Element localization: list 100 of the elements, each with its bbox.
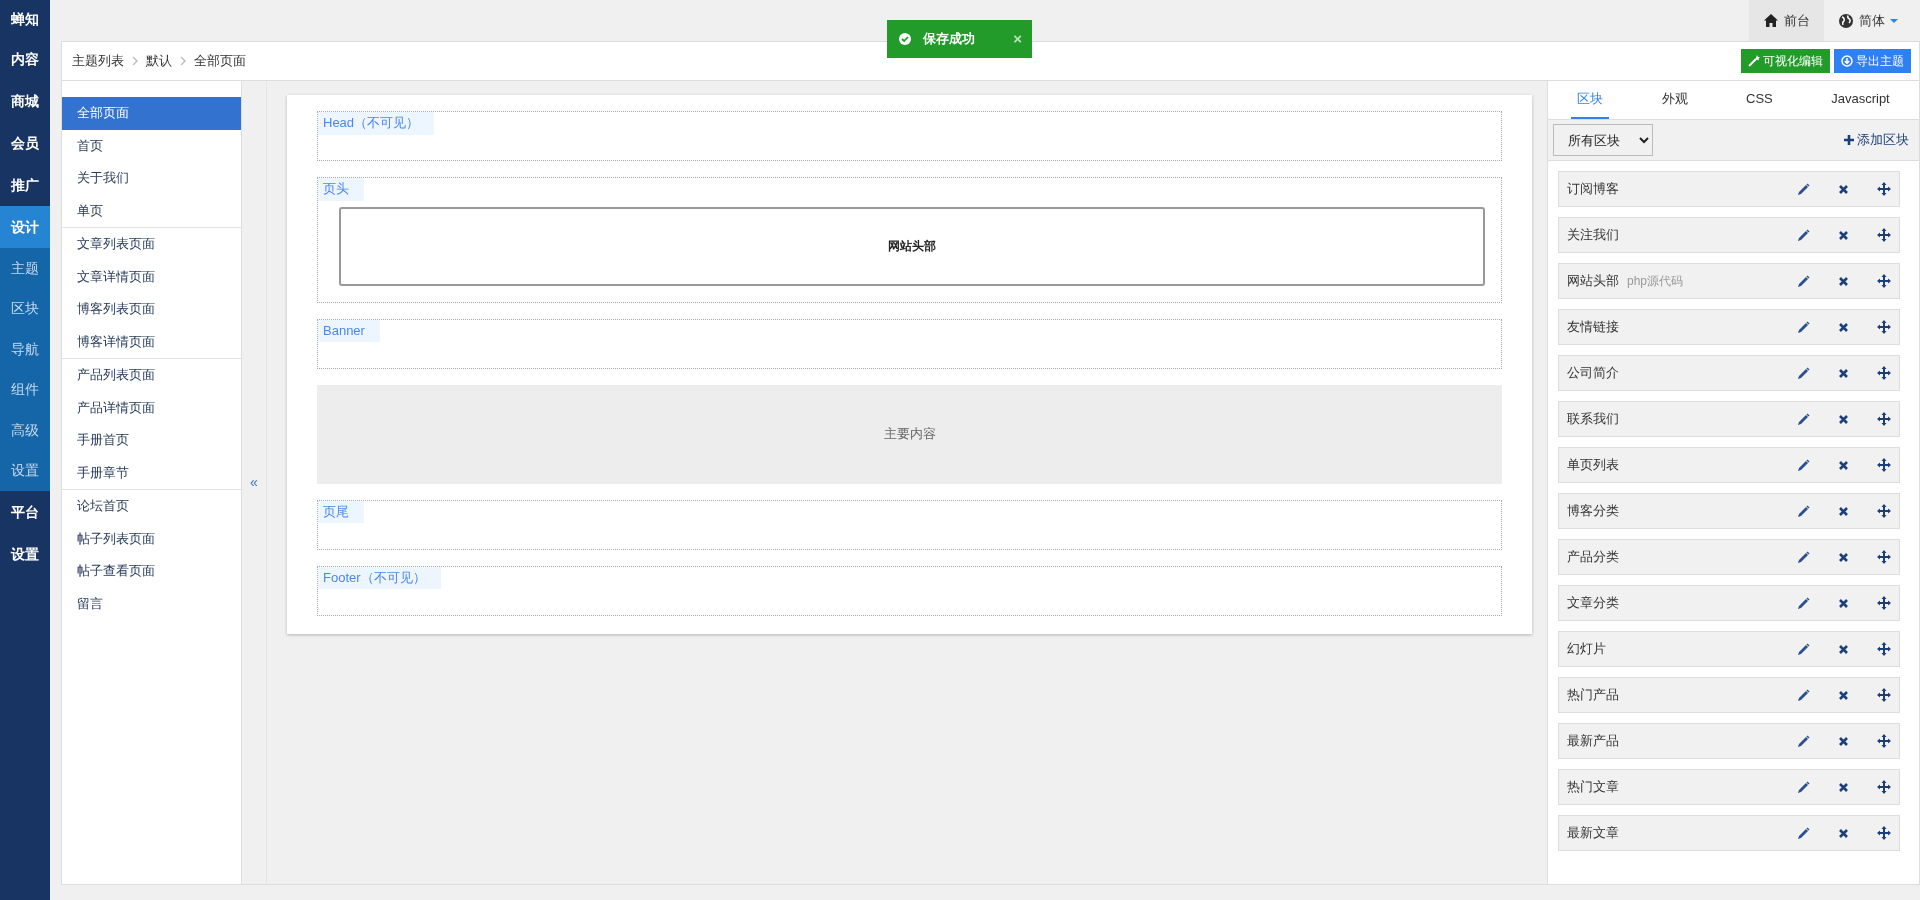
pencil-icon[interactable] <box>1797 504 1810 518</box>
page-item[interactable]: 文章列表页面 <box>62 228 241 261</box>
move-icon[interactable] <box>1877 274 1891 288</box>
nav-subitem[interactable]: 主题 <box>0 248 50 289</box>
main-content-area: 主要内容 <box>317 384 1502 484</box>
nav-item[interactable]: 内容 <box>0 38 50 80</box>
page-item[interactable]: 博客列表页面 <box>62 293 241 326</box>
pencil-icon[interactable] <box>1797 826 1810 840</box>
page-item[interactable]: 手册首页 <box>62 424 241 457</box>
region-label: 页尾 <box>318 500 364 523</box>
page-item[interactable]: 全部页面 <box>62 97 241 130</box>
block-name: 关注我们 <box>1567 226 1619 245</box>
page-item[interactable]: 帖子列表页面 <box>62 522 241 555</box>
close-icon[interactable] <box>1838 459 1849 471</box>
nav-item[interactable]: 推广 <box>0 164 50 206</box>
pencil-icon[interactable] <box>1797 550 1810 564</box>
close-icon[interactable] <box>1838 781 1849 793</box>
page-item[interactable]: 产品列表页面 <box>62 359 241 392</box>
collapse-toggle[interactable]: « <box>242 81 267 884</box>
tab[interactable]: Javascript <box>1825 81 1896 119</box>
nav-subitem[interactable]: 导航 <box>0 329 50 370</box>
home-link[interactable]: 前台 <box>1749 0 1824 41</box>
add-block-link[interactable]: 添加区块 <box>1844 130 1909 150</box>
pencil-icon[interactable] <box>1797 734 1810 748</box>
close-icon[interactable] <box>1838 827 1849 839</box>
move-icon[interactable] <box>1877 642 1891 656</box>
move-icon[interactable] <box>1877 596 1891 610</box>
page-item[interactable]: 留言 <box>62 587 241 620</box>
pencil-icon[interactable] <box>1797 412 1810 426</box>
close-icon[interactable] <box>1838 643 1849 655</box>
page-item[interactable]: 论坛首页 <box>62 490 241 523</box>
export-button[interactable]: 导出主题 <box>1834 49 1911 73</box>
move-icon[interactable] <box>1877 412 1891 426</box>
tab[interactable]: 外观 <box>1655 81 1694 119</box>
page-item[interactable]: 文章详情页面 <box>62 260 241 293</box>
move-icon[interactable] <box>1877 320 1891 334</box>
page-item[interactable]: 产品详情页面 <box>62 391 241 424</box>
move-icon[interactable] <box>1877 458 1891 472</box>
page-item[interactable]: 帖子查看页面 <box>62 555 241 588</box>
close-icon[interactable] <box>1838 735 1849 747</box>
visual-edit-button[interactable]: 可视化编辑 <box>1741 49 1830 73</box>
pencil-icon[interactable] <box>1797 688 1810 702</box>
download-icon <box>1841 55 1853 67</box>
page-item[interactable]: 首页 <box>62 129 241 162</box>
pencil-icon[interactable] <box>1797 642 1810 656</box>
move-icon[interactable] <box>1877 504 1891 518</box>
nav-subitem[interactable]: 高级 <box>0 410 50 451</box>
region-label: Head（不可见） <box>318 112 435 135</box>
move-icon[interactable] <box>1877 826 1891 840</box>
pencil-icon[interactable] <box>1797 320 1810 334</box>
page-item[interactable]: 手册章节 <box>62 456 241 489</box>
move-icon[interactable] <box>1877 550 1891 564</box>
tab[interactable]: CSS <box>1740 81 1779 119</box>
pencil-icon[interactable] <box>1797 596 1810 610</box>
close-icon[interactable] <box>1838 505 1849 517</box>
nav-item[interactable]: 设计 <box>0 206 50 248</box>
close-icon[interactable] <box>1838 367 1849 379</box>
nav-subitem[interactable]: 区块 <box>0 288 50 329</box>
close-icon[interactable] <box>1838 689 1849 701</box>
page-item[interactable]: 博客详情页面 <box>62 325 241 358</box>
block-name: 最新产品 <box>1567 732 1619 751</box>
filter-select[interactable]: 所有区块 <box>1553 124 1653 156</box>
language-dropdown[interactable]: 简体 <box>1824 0 1912 41</box>
pencil-icon[interactable] <box>1797 458 1810 472</box>
pencil-icon[interactable] <box>1797 182 1810 196</box>
block-name: 友情链接 <box>1567 318 1619 337</box>
nav-item[interactable]: 设置 <box>0 533 50 575</box>
chevron-icon <box>132 56 138 66</box>
pencil-icon[interactable] <box>1797 274 1810 288</box>
nav-subitem[interactable]: 设置 <box>0 450 50 491</box>
close-icon[interactable] <box>1838 229 1849 241</box>
move-icon[interactable] <box>1877 366 1891 380</box>
move-icon[interactable] <box>1877 182 1891 196</box>
region-label: 页头 <box>318 178 364 201</box>
pencil-icon[interactable] <box>1797 228 1810 242</box>
close-icon[interactable] <box>1838 551 1849 563</box>
close-icon[interactable] <box>1838 321 1849 333</box>
region-label: Banner <box>318 319 380 342</box>
nav-item[interactable]: 平台 <box>0 491 50 533</box>
move-icon[interactable] <box>1877 688 1891 702</box>
breadcrumb-link[interactable]: 全部页面 <box>194 51 246 71</box>
nav-item[interactable]: 商城 <box>0 80 50 122</box>
page-item[interactable]: 关于我们 <box>62 162 241 195</box>
move-icon[interactable] <box>1877 734 1891 748</box>
close-icon[interactable] <box>1838 597 1849 609</box>
nav-subitem[interactable]: 组件 <box>0 369 50 410</box>
pencil-icon[interactable] <box>1797 780 1810 794</box>
block-name: 订阅博客 <box>1567 180 1619 199</box>
move-icon[interactable] <box>1877 780 1891 794</box>
pencil-icon[interactable] <box>1797 366 1810 380</box>
breadcrumb-link[interactable]: 默认 <box>146 51 172 71</box>
move-icon[interactable] <box>1877 228 1891 242</box>
close-icon[interactable] <box>1838 275 1849 287</box>
nav-item[interactable]: 会员 <box>0 122 50 164</box>
breadcrumb-link[interactable]: 主题列表 <box>72 51 124 71</box>
close-icon[interactable] <box>1838 413 1849 425</box>
block-name: 幻灯片 <box>1567 640 1606 659</box>
close-icon[interactable] <box>1838 183 1849 195</box>
page-item[interactable]: 单页 <box>62 194 241 227</box>
block-name: 博客分类 <box>1567 502 1619 521</box>
